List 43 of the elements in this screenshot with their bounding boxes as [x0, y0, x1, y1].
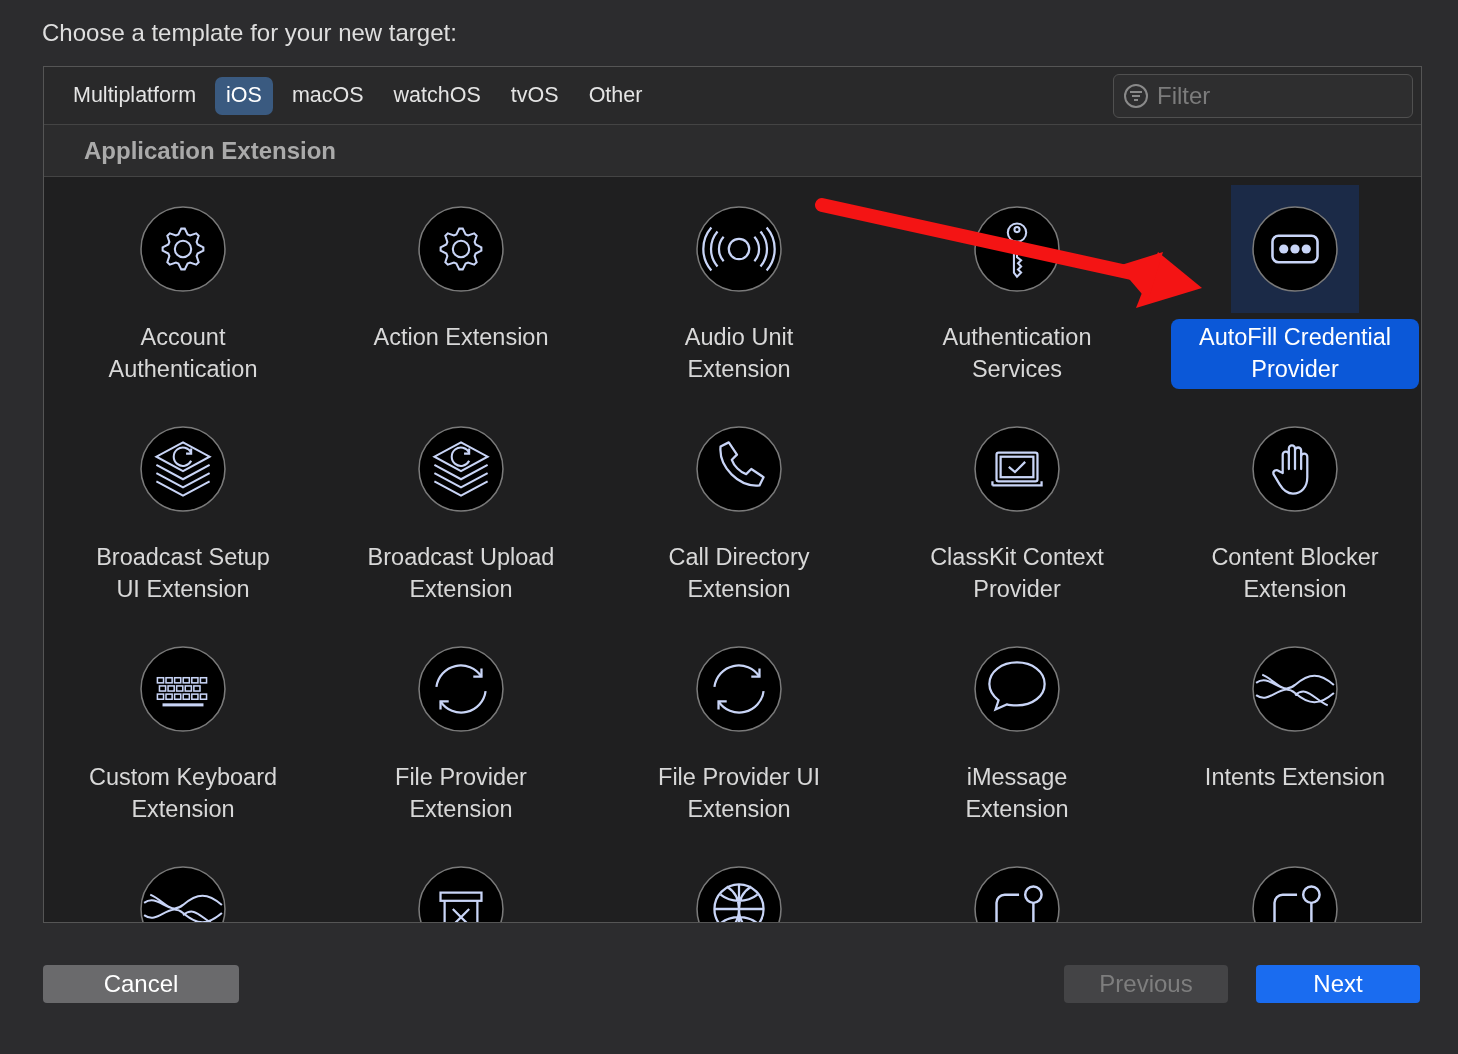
keyboard-icon	[140, 646, 226, 732]
platform-tab[interactable]: iOS	[215, 76, 273, 115]
layers-icon	[140, 426, 226, 512]
dots-icon	[1252, 206, 1338, 292]
platform-tab[interactable]: macOS	[280, 76, 375, 115]
key-icon	[974, 206, 1060, 292]
dialog-prompt: Choose a template for your new target:	[42, 18, 457, 48]
template-label[interactable]: Account Authentication	[73, 319, 293, 389]
template-label[interactable]: Action Extension	[361, 319, 561, 357]
platform-tab[interactable]: Multiplatform	[62, 76, 208, 115]
layers-icon	[418, 426, 504, 512]
filter-field[interactable]: Filter	[1157, 81, 1387, 110]
filter-icon	[1123, 82, 1149, 109]
waves-icon	[1252, 646, 1338, 732]
template-label[interactable]: ClassKit Context Provider	[907, 539, 1127, 609]
platform-tab[interactable]: watchOS	[382, 76, 492, 115]
template-label[interactable]: Authentication Services	[907, 319, 1127, 389]
template-label[interactable]: Call Directory Extension	[629, 539, 849, 609]
template-label[interactable]: File Provider UI Extension	[629, 759, 849, 829]
speech-bubble-icon	[974, 646, 1060, 732]
hand-icon	[1252, 426, 1338, 512]
template-label[interactable]: Audio Unit Extension	[629, 319, 849, 389]
circular-arrows-icon	[696, 646, 782, 732]
circular-arrows-icon	[418, 646, 504, 732]
template-label[interactable]: Broadcast Upload Extension	[351, 539, 571, 609]
template-label[interactable]: File Provider Extension	[351, 759, 571, 829]
sound-waves-icon	[696, 206, 782, 292]
section-title: Application Extension	[84, 136, 337, 165]
checkmark-screen-icon	[974, 426, 1060, 512]
phone-icon	[696, 426, 782, 512]
platform-tab[interactable]: tvOS	[499, 76, 570, 115]
template-label[interactable]: Custom Keyboard Extension	[73, 759, 293, 829]
gear-icon	[418, 206, 504, 292]
template-label[interactable]: Broadcast Setup UI Extension	[73, 539, 293, 609]
template-label[interactable]: iMessage Extension	[907, 759, 1127, 829]
template-label[interactable]: AutoFill Credential Provider	[1171, 319, 1419, 389]
filter-field[interactable]: Filter	[1113, 73, 1413, 118]
gear-icon	[140, 206, 226, 292]
dialog-button[interactable]: Next	[1256, 965, 1420, 1003]
platform-tab[interactable]: Other	[577, 76, 654, 115]
dialog-button[interactable]: Cancel	[43, 965, 239, 1003]
template-label[interactable]: Content Blocker Extension	[1185, 539, 1405, 609]
template-label[interactable]: Intents Extension	[1192, 759, 1398, 797]
